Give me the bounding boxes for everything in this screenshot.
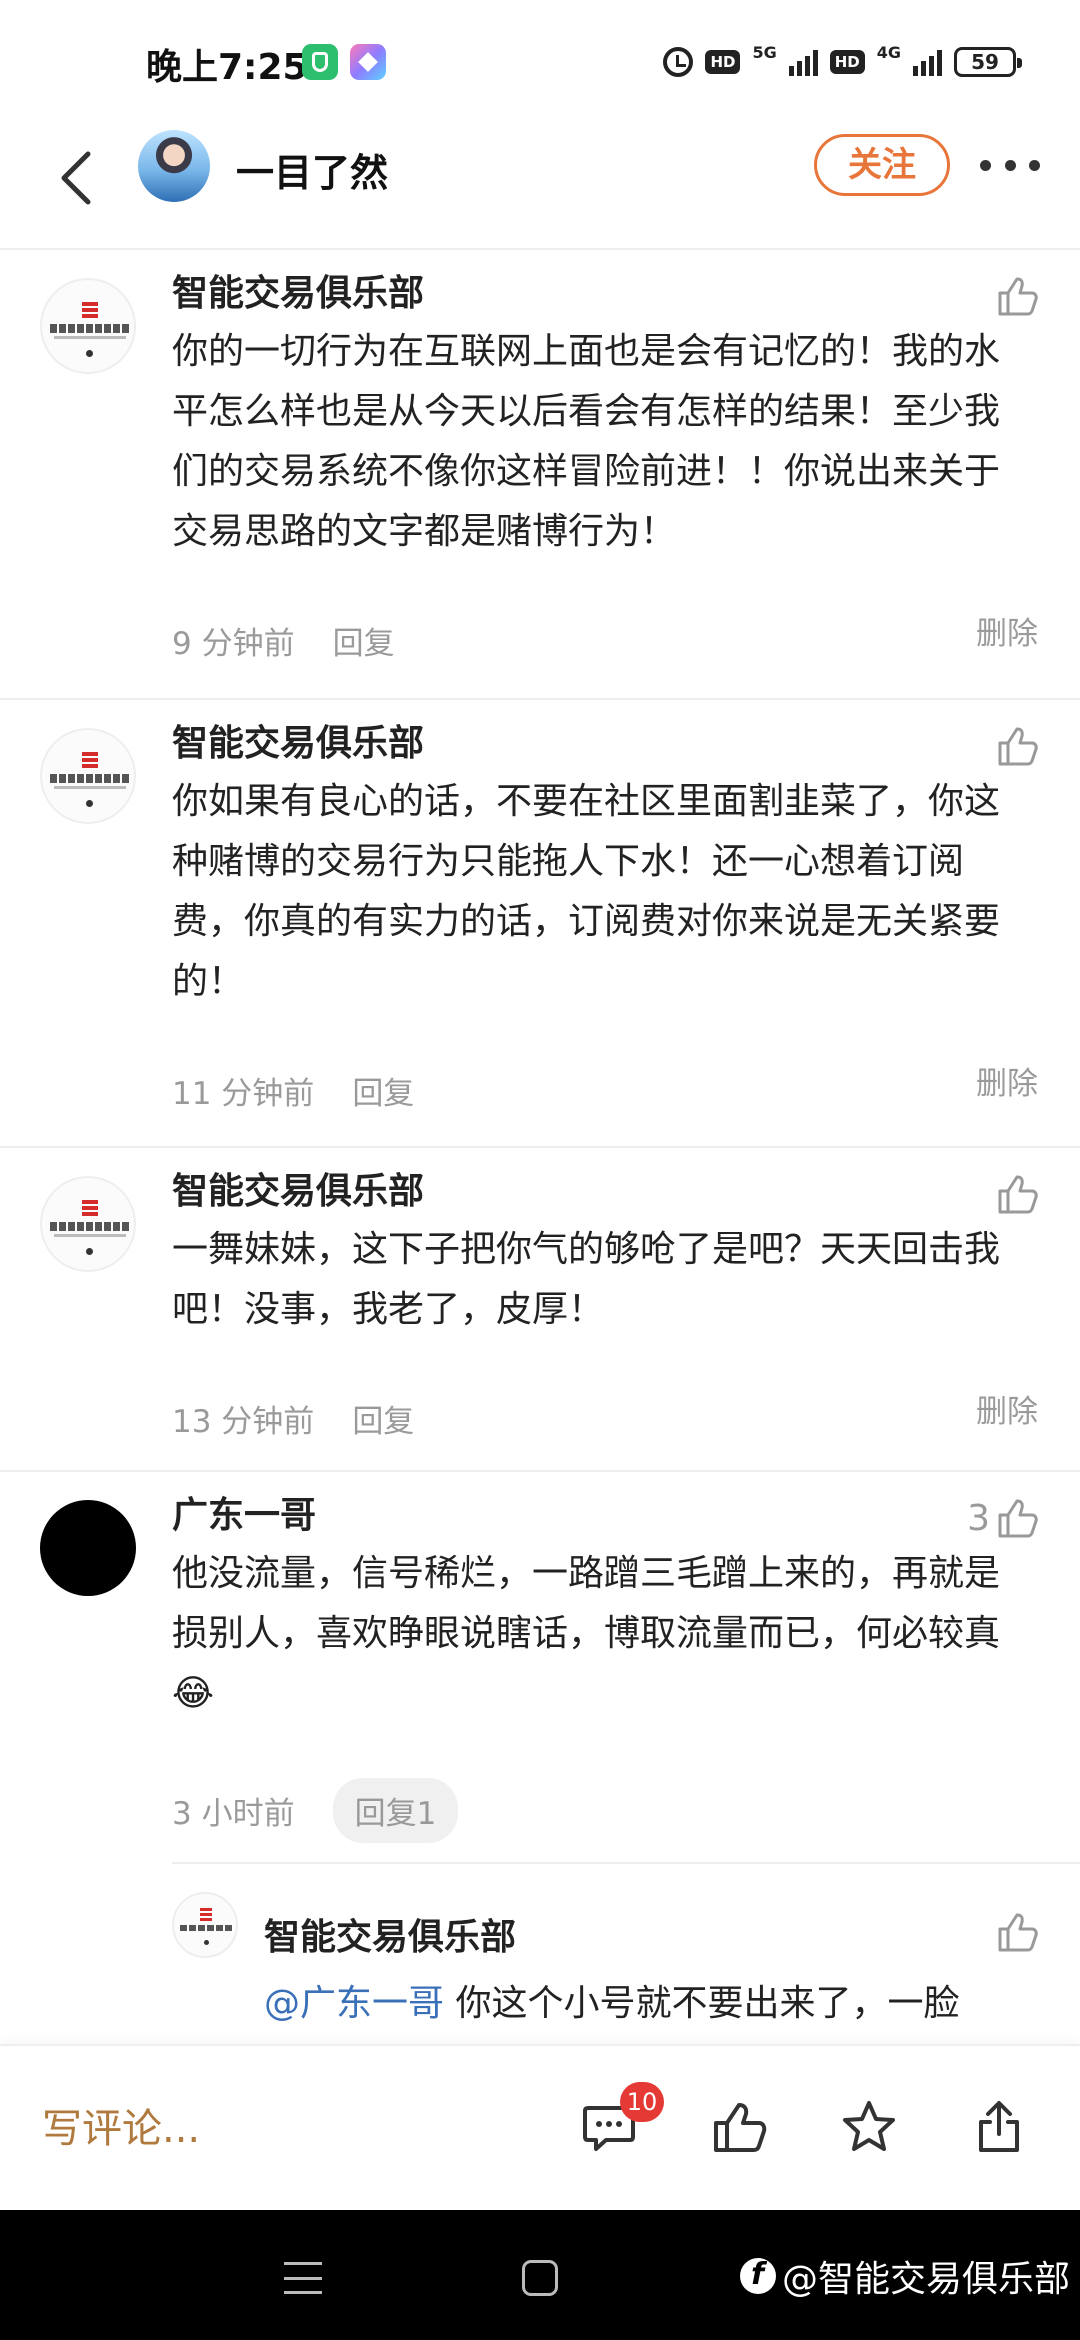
alarm-icon — [663, 47, 694, 77]
hd-badge: HD — [705, 50, 741, 74]
system-nav-bar: @智能交易俱乐部 — [0, 2210, 1080, 2340]
shield-app-icon — [302, 44, 338, 80]
comment-meta: 13 分钟前 回复 — [172, 1396, 414, 1441]
club-avatar[interactable] — [40, 728, 136, 824]
comment-author[interactable]: 广东一哥 — [172, 1486, 316, 1538]
watermark: @智能交易俱乐部 — [739, 2250, 1070, 2302]
delete-button[interactable]: 删除 — [976, 608, 1038, 653]
comment-item: 智能交易俱乐部 你的一切行为在互联网上面也是会有记忆的！我的水平怎么样也是从今天… — [0, 250, 1080, 700]
comment-time: 11 分钟前 — [172, 1076, 315, 1112]
comment-meta: 11 分钟前 回复 — [172, 1068, 414, 1113]
like-button[interactable] — [996, 274, 1040, 318]
club-avatar[interactable] — [40, 1176, 136, 1272]
signal-bars-icon-2 — [913, 48, 942, 76]
delete-button[interactable]: 删除 — [976, 1386, 1038, 1431]
home-icon[interactable] — [522, 2260, 558, 2296]
thumbs-up-icon[interactable] — [996, 1910, 1040, 1954]
thumbs-up-icon — [998, 727, 1038, 766]
hd-badge-2: HD — [829, 50, 865, 74]
follow-button[interactable]: 关注 — [814, 134, 950, 196]
comment-text: 一舞妹妹，这下子把你气的够呛了是吧？天天回击我吧！没事，我老了，皮厚！ — [172, 1229, 1001, 1330]
share-icon[interactable] — [970, 2098, 1028, 2156]
recent-apps-icon[interactable] — [284, 2262, 322, 2294]
comment-author[interactable]: 智能交易俱乐部 — [172, 264, 424, 316]
status-indicators: HD 5G HD 4G 59 — [663, 42, 1022, 82]
bottom-action-bar: 写评论... 10 — [0, 2044, 1080, 2212]
comment-text: 他没流量，信号稀烂，一路蹭三毛蹭上来的，再就是损别人，喜欢睁眼说瞎话，博取流量而… — [172, 1553, 1001, 1714]
user-avatar[interactable] — [40, 1500, 136, 1596]
comment-item: 智能交易俱乐部 一舞妹妹，这下子把你气的够呛了是吧？天天回击我吧！没事，我老了，… — [0, 1148, 1080, 1472]
status-time: 晚上7:25 — [146, 47, 308, 88]
comment-text: 你的一切行为在互联网上面也是会有记忆的！我的水平怎么样也是从今天以后看会有怎样的… — [172, 331, 1001, 552]
reply-body: 你这个小号就不要出来了，一脸 — [444, 1983, 960, 2024]
comment-author[interactable]: 智能交易俱乐部 — [172, 1162, 424, 1214]
comment-time: 13 分钟前 — [172, 1404, 315, 1440]
comment-meta: 3 小时前 回复1 — [172, 1778, 459, 1843]
reply-button[interactable]: 回复 — [352, 1068, 414, 1113]
comment-meta: 9 分钟前 回复 — [172, 618, 395, 663]
delete-button[interactable]: 删除 — [976, 1058, 1038, 1103]
thumbs-up-icon[interactable] — [710, 2098, 768, 2156]
thumbs-up-icon — [998, 1499, 1038, 1538]
page-header: 一目了然 关注 — [0, 120, 1080, 250]
signal-bars-icon — [788, 48, 818, 76]
reply-button[interactable]: 回复 — [352, 1396, 414, 1441]
assistant-app-icon — [350, 44, 386, 80]
write-comment-input[interactable]: 写评论... — [42, 2096, 200, 2154]
comment-text: 你如果有良心的话，不要在社区里面割韭菜了，你这种赌博的交易行为只能拖人下水！还一… — [172, 781, 1001, 1002]
status-bar: 晚上7:25 HD 5G HD 4G 59 — [0, 0, 1080, 120]
like-count: 3 — [967, 1497, 990, 1539]
comment-author[interactable]: 智能交易俱乐部 — [172, 714, 424, 766]
user-avatar[interactable] — [138, 130, 210, 202]
comment-item: 智能交易俱乐部 你如果有良心的话，不要在社区里面割韭菜了，你这种赌博的交易行为只… — [0, 700, 1080, 1148]
like-button[interactable] — [996, 724, 1040, 768]
thumbs-up-icon — [998, 1175, 1038, 1214]
like-button[interactable]: 3 — [967, 1496, 1040, 1540]
reply-button[interactable]: 回复 — [333, 618, 395, 663]
view-replies-button[interactable]: 回复1 — [332, 1778, 459, 1843]
battery-icon: 59 — [954, 47, 1022, 77]
nested-reply: 智能交易俱乐部 @广东一哥 你这个小号就不要出来了，一脸 — [172, 1862, 1080, 2044]
club-avatar[interactable] — [40, 278, 136, 374]
comment-time: 9 分钟前 — [172, 626, 295, 662]
platform-logo-icon — [739, 2257, 776, 2294]
like-button[interactable] — [996, 1172, 1040, 1216]
network-type-1: 5G — [752, 42, 777, 62]
thumbs-up-icon — [998, 277, 1038, 316]
network-type-2: 4G — [876, 42, 901, 62]
club-avatar[interactable] — [172, 1892, 238, 1958]
user-name[interactable]: 一目了然 — [236, 142, 388, 197]
mention-link[interactable]: @广东一哥 — [264, 1983, 444, 2024]
reply-text: @广东一哥 你这个小号就不要出来了，一脸 — [264, 1974, 959, 2026]
comment-count-badge: 10 — [620, 2082, 664, 2122]
comment-time: 3 小时前 — [172, 1796, 295, 1832]
star-icon[interactable] — [840, 2098, 898, 2156]
watermark-text: @智能交易俱乐部 — [781, 2259, 1070, 2300]
reply-author[interactable]: 智能交易俱乐部 — [264, 1908, 516, 1960]
more-options-icon[interactable] — [980, 160, 1040, 174]
back-arrow-icon[interactable] — [52, 148, 112, 208]
